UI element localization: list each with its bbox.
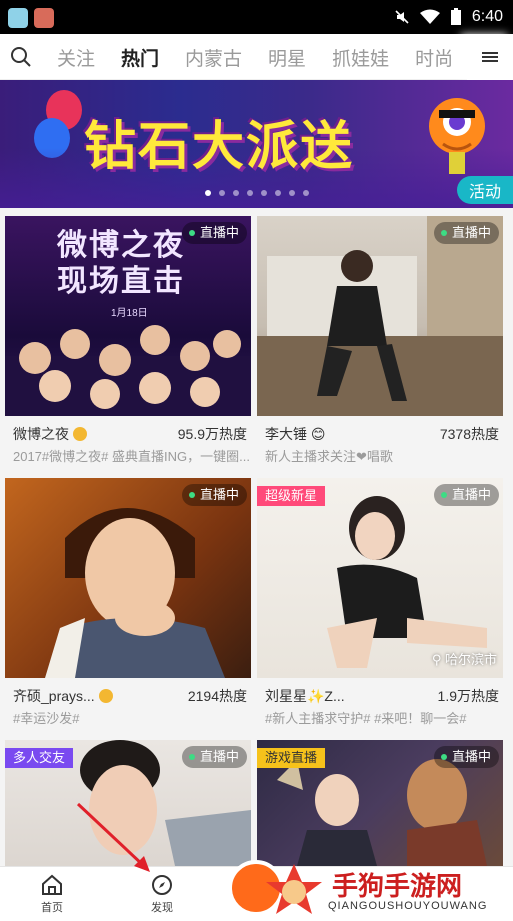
tab-4[interactable]: 抓娃娃 (319, 44, 402, 71)
streamer-name: 李大锤 😊 (265, 426, 326, 442)
tag-badge: 多人交友 (5, 748, 74, 768)
nav-home-label: 首页 (41, 902, 63, 914)
battery-icon (450, 8, 461, 25)
live-thumbnail[interactable]: 超级新星 直播中 ⚲ 哈尔滨市 (257, 478, 503, 678)
heat-count: 1.9万热度 (437, 688, 499, 704)
emoji-icon: 😊 (310, 426, 326, 442)
verified-icon (98, 689, 113, 703)
live-description: #幸运沙发# (13, 711, 80, 726)
streamer-photo (45, 508, 225, 678)
pagination-dot[interactable] (246, 190, 253, 196)
banner-pagination (0, 190, 513, 200)
live-description: #新人主播求守护# #来吧！聊一会# (265, 711, 467, 726)
arrow-annotation (76, 802, 150, 872)
live-status-badge: 直播中 (181, 484, 247, 506)
tab-5[interactable]: 时尚 (402, 44, 464, 71)
pagination-dot[interactable] (274, 190, 281, 196)
pagination-dot[interactable] (302, 190, 309, 196)
live-status-badge: 直播中 (433, 746, 499, 768)
heat-count: 2194热度 (187, 688, 247, 704)
activity-badge[interactable]: 活动 (457, 176, 513, 204)
tag-badge: 超级新星 (257, 486, 326, 506)
mute-icon (395, 10, 409, 24)
category-tabs: 关注 热门 内蒙古 明星 抓娃娃 时尚 (44, 34, 464, 80)
live-thumbnail[interactable]: 直播中 (257, 216, 503, 416)
pagination-dot[interactable] (232, 190, 239, 196)
streamer-photo (327, 496, 487, 668)
mascot-illustration (429, 98, 485, 174)
streamer-name: 齐硕_prays... (13, 686, 113, 706)
streamer-name: 微博之夜 (13, 424, 87, 444)
clock: 6:40 (471, 8, 503, 25)
live-status-badge: 直播中 (433, 222, 499, 244)
watermark-text: 手狗手游网 (332, 871, 463, 901)
location-label: ⚲ 哈尔滨市 (431, 652, 497, 667)
live-status-badge: 直播中 (181, 222, 247, 244)
notification-app-icon (34, 8, 54, 28)
watermark-logo (266, 864, 322, 914)
live-description: 2017#微博之夜# 盛典直播ING，一键圈... (13, 449, 250, 464)
pagination-dot[interactable] (288, 190, 295, 196)
tab-2[interactable]: 内蒙古 (172, 44, 255, 71)
menu-icon[interactable] (467, 34, 513, 80)
thumbnail-title-line: 现场直击 (57, 264, 185, 299)
streamer-name: 刘星星✨Z... (265, 688, 345, 704)
tab-3[interactable]: 明星 (255, 44, 319, 71)
thumbnail-title-line: 微博之夜 (57, 228, 185, 263)
promo-banner[interactable]: 钻石大派送 (0, 80, 513, 208)
tag-badge: 游戏直播 (257, 748, 326, 768)
wifi-icon (419, 9, 440, 24)
watermark-subtext: QIANGOUSHOUYOUWANG (328, 900, 488, 912)
watermark: 手狗手游网 QIANGOUSHOUYOUWANG (262, 862, 510, 918)
live-status-badge: 直播中 (181, 746, 247, 768)
search-icon[interactable] (10, 46, 32, 68)
verified-icon (73, 427, 87, 441)
tab-0[interactable]: 关注 (44, 44, 108, 71)
nav-discover-label: 发现 (151, 902, 173, 914)
location-pin-icon: ⚲ (431, 652, 442, 667)
pagination-dot[interactable] (260, 190, 267, 196)
banner-title: 钻石大派送 (84, 117, 355, 177)
live-thumbnail[interactable]: 微博之夜 现场直击 1月18日 直播中 (5, 216, 251, 416)
live-thumbnail[interactable]: 游戏直播 直播中 (257, 740, 503, 866)
home-icon (42, 874, 62, 895)
celebrity-faces-illustration (5, 325, 251, 416)
top-nav: 关注 热门 内蒙古 明星 抓娃娃 时尚 (0, 34, 513, 80)
heat-count: 7378热度 (439, 426, 499, 442)
live-thumbnail[interactable]: 直播中 (5, 478, 251, 678)
streamer-photo (257, 216, 503, 416)
live-description: 新人主播求关注❤唱歌 (265, 449, 393, 464)
status-icons: 6:40 (394, 6, 503, 28)
heat-count: 95.9万热度 (177, 426, 247, 442)
status-bar: 6:40 (0, 0, 513, 34)
notification-app-icon (8, 8, 28, 28)
pagination-dot[interactable] (204, 190, 211, 196)
pagination-dot[interactable] (218, 190, 225, 196)
live-status-badge: 直播中 (433, 484, 499, 506)
tab-1[interactable]: 热门 (108, 44, 172, 71)
